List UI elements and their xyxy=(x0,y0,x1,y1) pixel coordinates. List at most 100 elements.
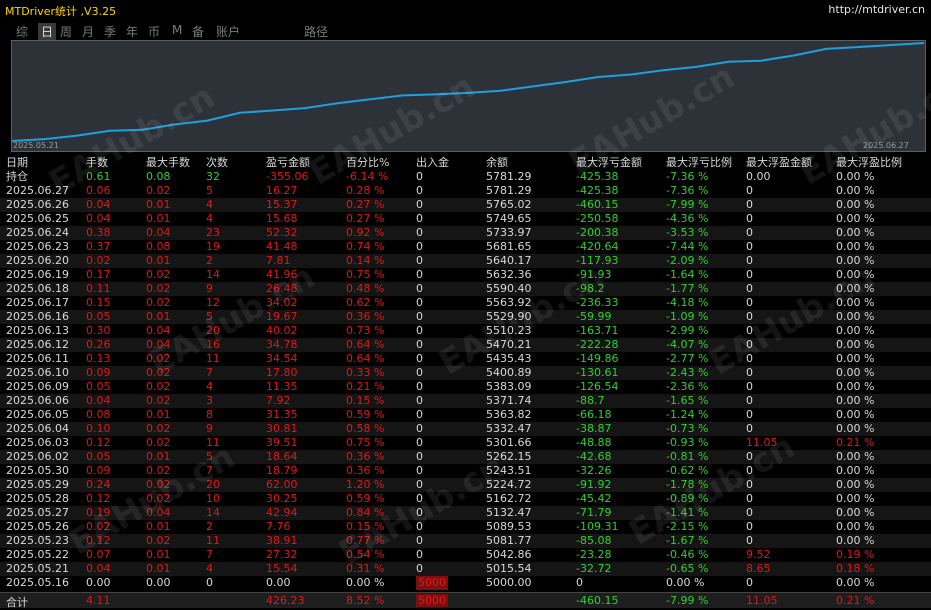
table-row: 2025.06.11 0.13 0.02 11 34.54 0.64 % 0 5435.43 -… xyxy=(0,352,931,366)
tab-1[interactable]: 日 xyxy=(38,23,57,40)
table-cell: 0 xyxy=(746,380,753,393)
column-header: 次数 xyxy=(206,156,228,169)
table-row: 2025.06.24 0.38 0.04 23 52.32 0.92 % 0 5733.97 -… xyxy=(0,226,931,240)
table-cell: 0.84 % xyxy=(346,506,385,519)
table-cell: -460.15 xyxy=(576,198,619,211)
table-cell: 0.02 xyxy=(146,492,171,505)
table-cell: 2 xyxy=(206,520,213,533)
table-cell: 0.27 % xyxy=(346,212,385,225)
table-cell: -88.7 xyxy=(576,394,605,407)
table-cell: 0 xyxy=(746,254,753,267)
tab-5[interactable]: 年 xyxy=(126,23,138,40)
table-cell: 4 xyxy=(206,198,213,211)
table-cell: 5000.00 xyxy=(486,576,532,589)
table-cell: 0.00 % xyxy=(836,422,875,435)
total-cell: 8.52 % xyxy=(346,594,385,607)
table-cell: 23 xyxy=(206,226,220,239)
table-cell: 5132.47 xyxy=(486,506,532,519)
table-cell: -1.41 % xyxy=(666,506,709,519)
table-cell: 5681.65 xyxy=(486,240,532,253)
table-cell: 0 xyxy=(576,576,583,589)
table-cell: 2025.06.13 xyxy=(6,324,69,337)
table-cell: 0 xyxy=(416,422,423,435)
table-cell: 0.58 % xyxy=(346,422,385,435)
table-cell: 0 xyxy=(416,464,423,477)
tab-4[interactable]: 季 xyxy=(104,23,116,40)
site-url-link[interactable]: http://mtdriver.cn xyxy=(828,3,925,16)
table-cell: 0 xyxy=(416,240,423,253)
tab-10[interactable]: 路径 xyxy=(304,23,328,40)
table-cell: 0 xyxy=(416,548,423,561)
table-cell: 15.68 xyxy=(266,212,298,225)
table-cell: 0 xyxy=(416,352,423,365)
table-cell: 0.02 xyxy=(146,534,171,547)
table-cell: -163.71 xyxy=(576,324,619,337)
table-cell: -38.87 xyxy=(576,422,612,435)
tab-8[interactable]: 备 xyxy=(192,23,204,40)
table-cell: 2025.06.24 xyxy=(6,226,69,239)
table-cell: 0.01 xyxy=(146,198,171,211)
table-row: 2025.06.13 0.30 0.04 20 40.02 0.73 % 0 5510.23 -… xyxy=(0,324,931,338)
table-cell: 0.75 % xyxy=(346,436,385,449)
table-cell: 0.02 xyxy=(146,268,171,281)
table-cell: 0.92 % xyxy=(346,226,385,239)
table-row: 2025.06.09 0.05 0.02 4 11.35 0.21 % 0 5383.09 -1… xyxy=(0,380,931,394)
table-cell: 0.04 xyxy=(146,506,171,519)
table-cell: 0.02 xyxy=(146,422,171,435)
table-cell: 0 xyxy=(746,520,753,533)
table-cell: 0.00 % xyxy=(666,576,705,589)
tab-3[interactable]: 月 xyxy=(82,23,94,40)
table-cell: -1.78 % xyxy=(666,478,709,491)
column-header: 出入金 xyxy=(416,156,449,169)
table-row: 2025.05.30 0.09 0.02 7 18.79 0.36 % 0 5243.51 -3… xyxy=(0,464,931,478)
table-cell: 0.59 % xyxy=(346,408,385,421)
table-cell: 0.64 % xyxy=(346,352,385,365)
table-cell: 16.27 xyxy=(266,184,298,197)
table-cell: 30.81 xyxy=(266,422,298,435)
table-cell: -2.99 % xyxy=(666,324,709,337)
table-cell: 11.35 xyxy=(266,380,298,393)
table-cell: -4.07 % xyxy=(666,338,709,351)
table-cell: 0.04 xyxy=(146,338,171,351)
table-cell: -425.38 xyxy=(576,170,619,183)
table-cell: 0 xyxy=(416,338,423,351)
table-cell: 16 xyxy=(206,338,220,351)
table-cell: 5332.47 xyxy=(486,422,532,435)
tab-2[interactable]: 周 xyxy=(60,23,72,40)
table-cell: 5383.09 xyxy=(486,380,532,393)
table-cell: -2.43 % xyxy=(666,366,709,379)
table-cell: -1.64 % xyxy=(666,268,709,281)
tab-0[interactable]: 综 xyxy=(16,23,28,40)
table-cell: 0 xyxy=(416,170,423,183)
table-cell: 0.00 % xyxy=(836,394,875,407)
table-cell: 2025.06.10 xyxy=(6,366,69,379)
tab-7[interactable]: M xyxy=(172,23,182,37)
table-cell: 2025.06.23 xyxy=(6,240,69,253)
table-row: 2025.05.23 0.12 0.02 11 38.91 0.77 % 0 5081.77 -… xyxy=(0,534,931,548)
table-cell: -149.86 xyxy=(576,352,619,365)
table-row: 2025.06.05 0.08 0.01 8 31.35 0.59 % 0 5363.82 -6… xyxy=(0,408,931,422)
table-row: 2025.06.17 0.15 0.02 12 34.02 0.62 % 0 5563.92 -… xyxy=(0,296,931,310)
table-cell: -0.46 % xyxy=(666,548,709,561)
table-cell: 0.00 xyxy=(146,576,171,589)
table-cell: 0 xyxy=(416,478,423,491)
tab-6[interactable]: 币 xyxy=(148,23,160,40)
table-cell: 2025.06.19 xyxy=(6,268,69,281)
table-cell: -3.53 % xyxy=(666,226,709,239)
table-row: 2025.06.20 0.02 0.01 2 7.81 0.14 % 0 5640.17 -11… xyxy=(0,254,931,268)
table-cell: -48.88 xyxy=(576,436,612,449)
table-cell: 0 xyxy=(746,296,753,309)
table-row: 2025.06.18 0.11 0.02 9 26.48 0.48 % 0 5590.40 -9… xyxy=(0,282,931,296)
table-cell: 0.00 % xyxy=(836,352,875,365)
table-cell: 0.05 xyxy=(86,310,111,323)
table-cell: -1.65 % xyxy=(666,394,709,407)
table-cell: 41.48 xyxy=(266,240,298,253)
tab-9[interactable]: 账户 xyxy=(216,23,240,40)
table-cell: 0.08 xyxy=(146,170,171,183)
table-cell: 40.02 xyxy=(266,324,298,337)
table-cell: 5733.97 xyxy=(486,226,532,239)
table-cell: 0.00 % xyxy=(836,520,875,533)
table-cell: 0 xyxy=(416,562,423,575)
table-cell: -42.68 xyxy=(576,450,612,463)
table-cell: 0 xyxy=(746,534,753,547)
